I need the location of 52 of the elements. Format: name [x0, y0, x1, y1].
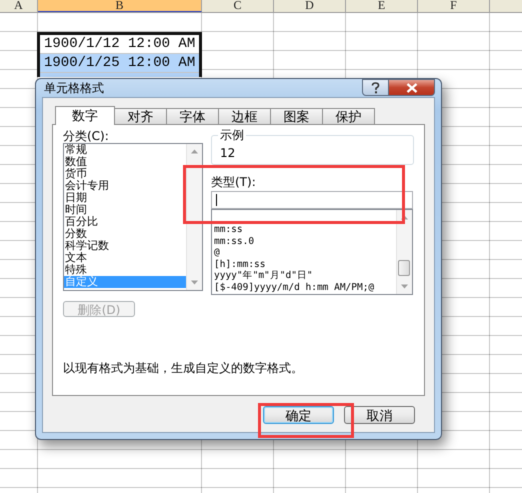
- format-item[interactable]: [$-409]yyyy/m/d h:mm AM/PM;@: [212, 282, 396, 293]
- type-input-field[interactable]: [211, 191, 413, 209]
- format-item[interactable]: yyyy"年"m"月"d"日": [212, 270, 396, 282]
- scroll-up-icon[interactable]: [401, 215, 408, 220]
- category-item[interactable]: 分数: [64, 228, 186, 240]
- sample-label: 示例: [218, 128, 246, 142]
- tab[interactable]: 边框: [218, 108, 271, 124]
- dialog-button[interactable]: 取消: [344, 406, 415, 424]
- tab[interactable]: 保护: [322, 108, 375, 124]
- scrollbar[interactable]: [396, 210, 412, 294]
- window-title: 单元格格式: [43, 80, 104, 96]
- help-icon[interactable]: [371, 82, 380, 94]
- category-item[interactable]: 时间: [64, 204, 186, 216]
- dialog-button[interactable]: 确定: [263, 406, 334, 424]
- scrollbar[interactable]: [186, 144, 202, 290]
- close-icon[interactable]: [406, 82, 418, 92]
- column-header[interactable]: B: [38, 0, 202, 12]
- format-item[interactable]: @: [212, 247, 396, 258]
- tab[interactable]: 数字: [55, 106, 115, 125]
- close-button[interactable]: [389, 79, 435, 96]
- category-label: 分类(C):: [63, 129, 110, 143]
- column-header[interactable]: D: [274, 0, 346, 12]
- sample-value: 12: [220, 146, 236, 160]
- category-list[interactable]: 常规 数值 货币 会计专用 日期 时间 百分比 分数 科学记数 文本 特殊 自定义: [63, 143, 203, 291]
- category-item[interactable]: 日期: [64, 192, 186, 204]
- category-item[interactable]: 文本: [64, 252, 186, 264]
- format-item[interactable]: mm:ss.0: [212, 236, 396, 247]
- table-cell[interactable]: 1900/1/25 12:00 AM: [40, 54, 199, 73]
- column-header[interactable]: E: [346, 0, 418, 12]
- scroll-down-icon[interactable]: [401, 284, 408, 289]
- scroll-up-icon[interactable]: [191, 149, 198, 154]
- help-button[interactable]: [362, 79, 389, 96]
- category-item[interactable]: 特殊: [64, 264, 186, 276]
- format-list[interactable]: mm:ss mm:ss.0 @ [h]:mm:ss yyyy"年"m"月"d"日" [$-409]yyyy/m/d h:mm AM/PM;@: [211, 209, 413, 295]
- category-item[interactable]: 会计专用: [64, 180, 186, 192]
- category-item[interactable]: 常规: [64, 144, 186, 156]
- tab[interactable]: 字体: [166, 108, 219, 124]
- selected-cell[interactable]: [40, 73, 199, 77]
- format-item[interactable]: mm:ss: [212, 224, 396, 236]
- column-header[interactable]: C: [202, 0, 274, 12]
- category-item[interactable]: 科学记数: [64, 240, 186, 252]
- column-header[interactable]: F: [418, 0, 490, 12]
- category-item[interactable]: 百分比: [64, 216, 186, 228]
- scroll-thumb[interactable]: [398, 260, 410, 276]
- tab[interactable]: 图案: [270, 108, 323, 124]
- category-item[interactable]: 数值: [64, 156, 186, 168]
- tab[interactable]: 对齐: [114, 108, 167, 124]
- type-label: 类型(T):: [211, 175, 257, 189]
- category-item[interactable]: 货币: [64, 168, 186, 180]
- scroll-down-icon[interactable]: [191, 280, 198, 285]
- format-item[interactable]: [h]:mm:ss: [212, 258, 396, 270]
- description-text: 以现有格式为基础，生成自定义的数字格式。: [63, 360, 304, 376]
